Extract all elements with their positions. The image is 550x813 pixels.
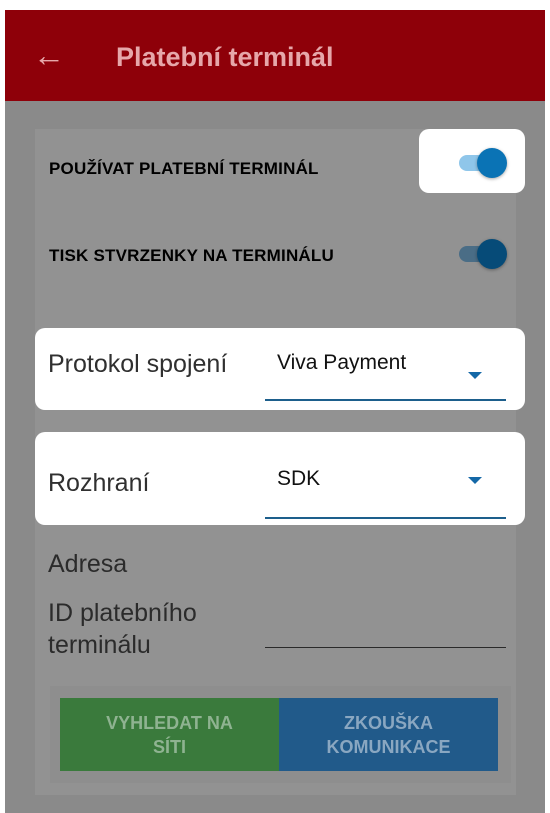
protocol-label: Protokol spojení: [48, 350, 228, 378]
address-label: Adresa: [48, 550, 128, 578]
interface-label: Rozhraní: [48, 469, 150, 497]
chevron-down-icon[interactable]: [468, 477, 482, 484]
use-terminal-label: POUŽÍVAT PLATEBNÍ TERMINÁL: [49, 159, 319, 178]
switch-thumb: [477, 148, 507, 178]
arrow-left-icon[interactable]: ←: [33, 35, 65, 75]
app-bar: ← Platební terminál: [5, 10, 545, 101]
search-network-label-line2: SÍTI: [152, 736, 186, 757]
terminal-id-label-line1: ID platebního: [48, 599, 197, 627]
button-bar: VYHLEDAT NA SÍTI ZKOUŠKA KOMUNIKACE: [50, 686, 511, 783]
protocol-underline: [265, 399, 506, 401]
print-receipt-label: TISK STVRZENKY NA TERMINÁLU: [49, 246, 334, 265]
switch-thumb: [477, 239, 507, 269]
use-terminal-switch[interactable]: [453, 145, 507, 181]
search-network-button[interactable]: VYHLEDAT NA SÍTI: [60, 698, 279, 771]
screen: ← Platební terminál POUŽÍVAT PLATEBNÍ TE…: [5, 10, 545, 813]
test-communication-button[interactable]: ZKOUŠKA KOMUNIKACE: [279, 698, 498, 771]
interface-select[interactable]: SDK: [277, 467, 320, 491]
terminal-id-label-line2: terminálu: [48, 631, 151, 659]
test-communication-label-line2: KOMUNIKACE: [326, 736, 451, 757]
print-receipt-switch[interactable]: [453, 236, 507, 272]
interface-underline: [265, 517, 506, 519]
protocol-select[interactable]: Viva Payment: [277, 351, 406, 375]
search-network-label-line1: VYHLEDAT NA: [106, 712, 233, 733]
test-communication-label-line1: ZKOUŠKA: [344, 712, 433, 733]
terminal-id-input[interactable]: [265, 647, 506, 648]
page-title: Platební terminál: [116, 42, 334, 72]
chevron-down-icon[interactable]: [468, 372, 482, 379]
